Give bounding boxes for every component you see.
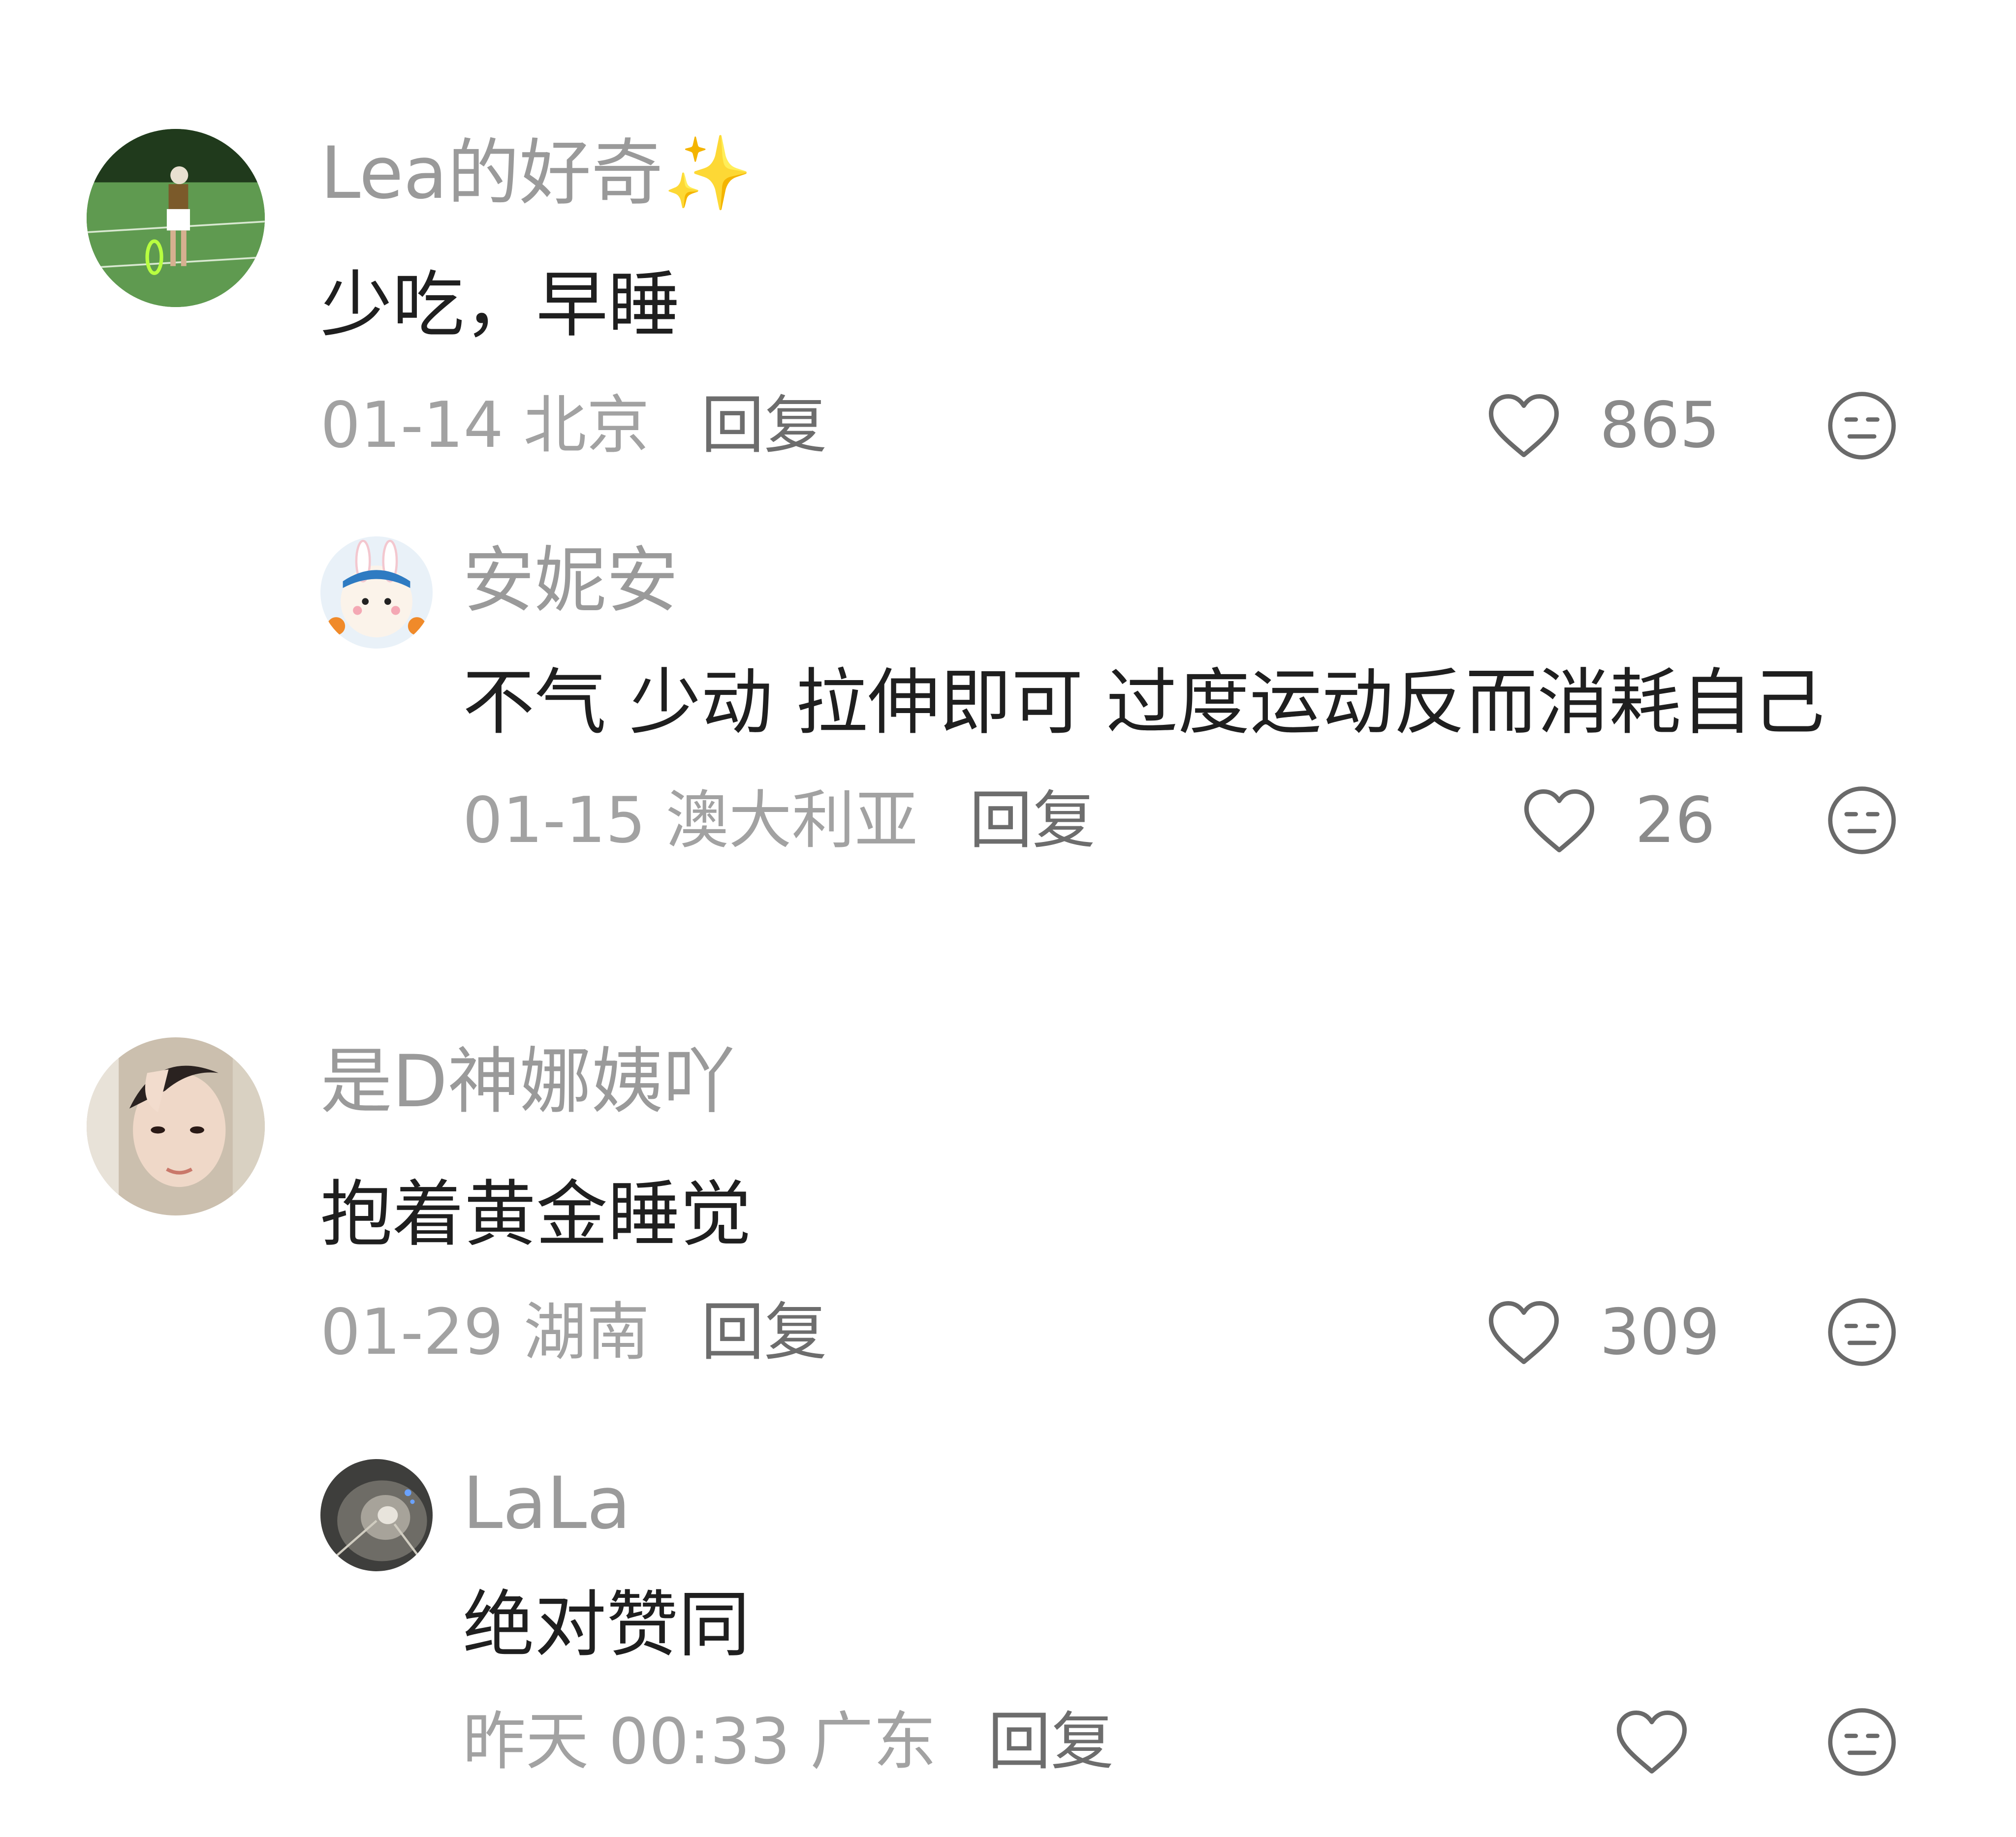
username[interactable]: LaLa — [463, 1459, 631, 1548]
username-text: Lea的好奇 — [320, 131, 663, 215]
heart-outline-icon — [1524, 789, 1595, 853]
like-button[interactable]: 309 — [1482, 1288, 1720, 1377]
comment-location: 湖南 — [523, 1296, 650, 1369]
like-button[interactable] — [1610, 1698, 1693, 1786]
like-count: 26 — [1635, 784, 1715, 857]
reply-button[interactable]: 回复 — [701, 1296, 827, 1369]
unamused-face-icon[interactable] — [1825, 1705, 1899, 1779]
avatar[interactable] — [87, 1037, 265, 1215]
comment-meta: 01-14 北京 回复 — [320, 386, 827, 465]
comment-text: 少吃，早睡 — [320, 263, 680, 347]
heart-outline-icon — [1488, 1301, 1559, 1365]
avatar[interactable] — [320, 536, 433, 649]
unamused-face-icon[interactable] — [1825, 783, 1899, 857]
comment-meta: 01-29 湖南 回复 — [320, 1293, 827, 1372]
comment-meta: 昨天 00:33 广东 回复 — [463, 1703, 1114, 1781]
comment-location: 广东 — [810, 1705, 937, 1778]
like-button[interactable]: 865 — [1482, 381, 1720, 470]
comment-meta: 01-15 澳大利亚 回复 — [463, 781, 1095, 860]
reply-button[interactable]: 回复 — [988, 1705, 1114, 1778]
comment-location: 北京 — [523, 389, 650, 462]
comment-text: 抱着黄金睡觉 — [320, 1173, 752, 1256]
unamused-face-icon[interactable] — [1825, 1295, 1899, 1369]
avatar[interactable] — [87, 129, 265, 307]
comment-date: 01-14 — [320, 389, 504, 462]
reply-button[interactable]: 回复 — [969, 784, 1095, 857]
comment-text: 绝对赞同 — [463, 1583, 750, 1667]
sparkles-emoji: ✨ — [663, 131, 753, 215]
username[interactable]: Lea的好奇✨ — [320, 129, 753, 218]
like-count: 309 — [1600, 1296, 1720, 1369]
username[interactable]: 安妮安 — [463, 536, 678, 625]
comment-date: 01-15 — [463, 784, 646, 857]
username[interactable]: 是D神娜姨吖 — [320, 1037, 735, 1126]
comment-date: 昨天 00:33 — [463, 1705, 790, 1778]
comment-location: 澳大利亚 — [665, 784, 918, 857]
heart-outline-icon — [1488, 394, 1559, 458]
like-button[interactable]: 26 — [1518, 777, 1715, 865]
unamused-face-icon[interactable] — [1825, 389, 1899, 463]
avatar[interactable] — [320, 1459, 433, 1571]
comment-text: 不气 少动 拉伸即可 过度运动反而消耗自己 — [463, 661, 1825, 745]
heart-outline-icon — [1616, 1710, 1687, 1774]
reply-button[interactable]: 回复 — [701, 389, 827, 462]
like-count: 865 — [1600, 389, 1720, 462]
comment-date: 01-29 — [320, 1296, 504, 1369]
